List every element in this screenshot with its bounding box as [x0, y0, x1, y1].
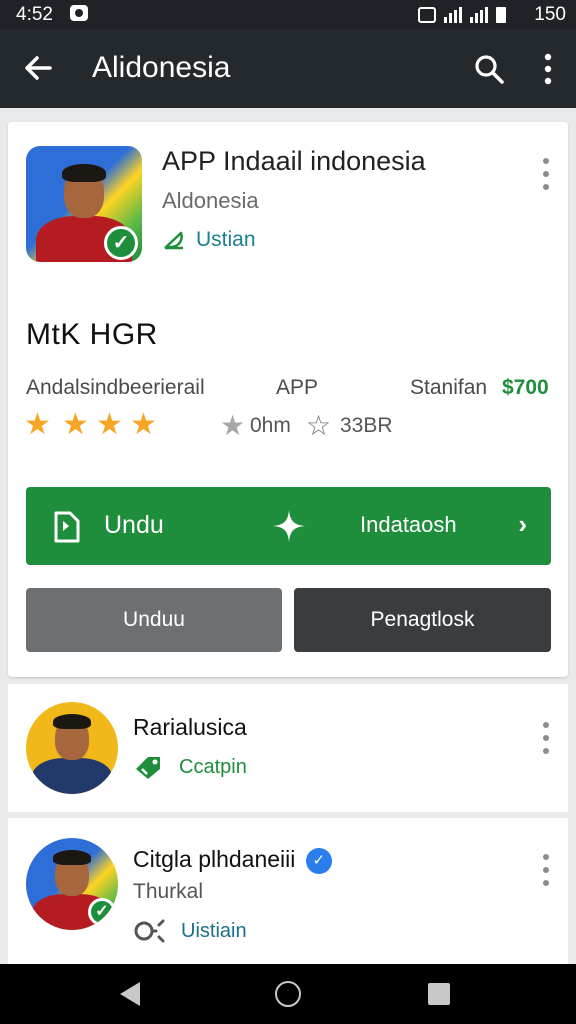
status-time: 4:52 — [16, 4, 53, 25]
star-icon: ★ — [96, 408, 123, 441]
tag-icon — [136, 757, 160, 779]
primary-right-label: Indataosh — [360, 512, 457, 537]
card-more-icon[interactable] — [542, 158, 550, 190]
section-title: MtK HGR — [26, 318, 158, 351]
check-badge-icon: ✓ — [88, 898, 116, 926]
list-item-action-label: Ccatpin — [179, 755, 247, 778]
nav-home-icon[interactable] — [275, 981, 301, 1007]
leaf-icon — [164, 231, 183, 250]
list-item[interactable]: ✓ Citgla plhdaneiii ✓ Thurkal Uistiain — [8, 818, 568, 964]
list-item-title: Citgla plhdaneiii ✓ — [133, 846, 332, 874]
developer-name[interactable]: Aldonesia — [162, 188, 259, 214]
app-name: APP Indaail indonesia — [162, 146, 426, 176]
system-nav-bar — [0, 964, 576, 1024]
primary-left-label: Undu — [104, 511, 164, 539]
list-item-action[interactable]: Ccatpin — [133, 754, 247, 780]
battery-level: 150 — [534, 4, 566, 25]
star-gray-icon: ★ — [220, 410, 246, 441]
list-item-title: Rarialusica — [133, 714, 247, 740]
link-icon — [134, 919, 165, 943]
list-item-more-icon[interactable] — [542, 854, 550, 886]
star-outline-icon: ☆ — [306, 410, 332, 441]
verified-icon: ✓ — [305, 847, 332, 874]
list-item-action-label: Uistiain — [181, 919, 247, 942]
avatar: ✓ — [26, 838, 118, 930]
status-bar: 4:52 150 — [0, 0, 576, 30]
vibrate-icon — [418, 7, 436, 23]
rating-count: 33BR — [340, 414, 393, 437]
wifi-signal-icon — [444, 7, 462, 23]
nav-recents-icon[interactable] — [428, 983, 450, 1005]
app-bar-title: Alidonesia — [92, 51, 231, 84]
more-vert-icon[interactable] — [538, 52, 558, 86]
system-icons — [418, 5, 506, 23]
app-detail-card: ✓ APP Indaail indonesia Aldonesia Ustian… — [8, 122, 568, 677]
star-icon: ★ — [62, 408, 89, 441]
downloads: 0hm — [250, 414, 291, 437]
verify-row[interactable]: Ustian — [162, 228, 256, 252]
list-item-action[interactable]: Uistiain — [133, 918, 247, 944]
notification-icon — [70, 5, 88, 21]
rating-row: ★ ★ ★ ★ ★ 0hm ☆ 33BR — [24, 408, 564, 441]
star-icon: ★ — [130, 408, 157, 441]
cell-signal-icon — [470, 7, 488, 23]
battery-icon — [496, 7, 506, 23]
portrait-shirt — [32, 758, 112, 794]
meta-category: Andalsindbeerierail — [26, 376, 205, 399]
list-item[interactable]: Rarialusica Ccatpin — [8, 684, 568, 812]
portrait-hair — [53, 850, 91, 865]
meta-type: APP — [276, 376, 319, 399]
search-icon[interactable] — [472, 52, 506, 86]
verify-label: Ustian — [196, 228, 256, 251]
app-icon[interactable]: ✓ — [26, 146, 142, 262]
meta-label: Stanifan — [410, 376, 488, 399]
portrait-hair — [62, 164, 106, 182]
secondary-button-dark[interactable]: Penagtlosk — [294, 588, 551, 652]
person-portrait — [26, 702, 118, 794]
star-icon: ★ — [24, 408, 51, 441]
nav-back-icon[interactable] — [120, 982, 140, 1006]
chevron-right-icon: › — [518, 509, 527, 539]
sparkle-icon — [273, 510, 305, 542]
app-bar: Alidonesia — [0, 30, 576, 108]
secondary-button-gray[interactable]: Unduu — [26, 588, 282, 652]
price: $700 — [502, 376, 549, 399]
check-badge-icon: ✓ — [104, 226, 138, 260]
avatar — [26, 702, 118, 794]
primary-install-button[interactable]: Undu Indataosh › — [26, 487, 551, 565]
list-item-more-icon[interactable] — [542, 722, 550, 754]
document-icon — [54, 511, 80, 543]
arrow-left-icon[interactable] — [20, 50, 56, 86]
list-item-title-text: Citgla plhdaneiii — [133, 846, 296, 872]
portrait-hair — [53, 714, 91, 729]
list-item-subtitle: Thurkal — [133, 880, 204, 903]
